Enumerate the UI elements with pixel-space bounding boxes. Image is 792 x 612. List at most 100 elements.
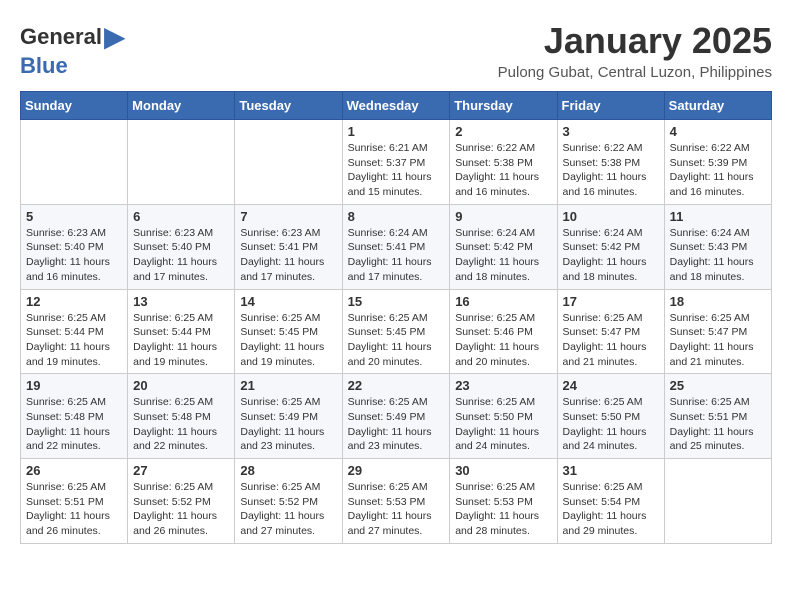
location-title: Pulong Gubat, Central Luzon, Philippines	[498, 64, 772, 81]
day-info: Sunrise: 6:24 AM Sunset: 5:43 PM Dayligh…	[670, 226, 766, 285]
day-info: Sunrise: 6:23 AM Sunset: 5:41 PM Dayligh…	[240, 226, 336, 285]
day-number: 27	[133, 463, 229, 478]
day-info: Sunrise: 6:25 AM Sunset: 5:44 PM Dayligh…	[26, 311, 122, 370]
logo-arrow-icon: ▶	[104, 20, 126, 53]
day-info: Sunrise: 6:25 AM Sunset: 5:48 PM Dayligh…	[133, 395, 229, 454]
day-info: Sunrise: 6:25 AM Sunset: 5:46 PM Dayligh…	[455, 311, 551, 370]
day-info: Sunrise: 6:25 AM Sunset: 5:50 PM Dayligh…	[455, 395, 551, 454]
calendar-cell: 23 Sunrise: 6:25 AM Sunset: 5:50 PM Dayli…	[450, 374, 557, 459]
calendar-cell: 28 Sunrise: 6:25 AM Sunset: 5:52 PM Dayli…	[235, 459, 342, 544]
calendar-cell: 8 Sunrise: 6:24 AM Sunset: 5:41 PM Daylig…	[342, 204, 450, 289]
calendar-week-4: 19 Sunrise: 6:25 AM Sunset: 5:48 PM Dayli…	[21, 374, 772, 459]
calendar-header-row: Sunday Monday Tuesday Wednesday Thursday…	[21, 92, 772, 120]
header: General ▶ Blue January 2025 Pulong Gubat…	[20, 20, 772, 81]
day-info: Sunrise: 6:23 AM Sunset: 5:40 PM Dayligh…	[133, 226, 229, 285]
day-number: 7	[240, 209, 336, 224]
day-number: 30	[455, 463, 551, 478]
calendar-cell: 14 Sunrise: 6:25 AM Sunset: 5:45 PM Dayli…	[235, 289, 342, 374]
day-info: Sunrise: 6:22 AM Sunset: 5:38 PM Dayligh…	[455, 141, 551, 200]
calendar-cell: 27 Sunrise: 6:25 AM Sunset: 5:52 PM Dayli…	[128, 459, 235, 544]
calendar-cell: 4Sunrise: 6:22 AM Sunset: 5:39 PM Daylig…	[664, 120, 771, 205]
month-title: January 2025	[498, 20, 772, 62]
calendar-cell: 17 Sunrise: 6:25 AM Sunset: 5:47 PM Dayli…	[557, 289, 664, 374]
day-info: Sunrise: 6:25 AM Sunset: 5:52 PM Dayligh…	[240, 480, 336, 539]
day-number: 16	[455, 294, 551, 309]
calendar-cell: 19 Sunrise: 6:25 AM Sunset: 5:48 PM Dayli…	[21, 374, 128, 459]
calendar-cell: 18 Sunrise: 6:25 AM Sunset: 5:47 PM Dayli…	[664, 289, 771, 374]
day-number: 19	[26, 378, 122, 393]
day-number: 3	[563, 124, 659, 139]
day-info: Sunrise: 6:25 AM Sunset: 5:44 PM Dayligh…	[133, 311, 229, 370]
day-number: 26	[26, 463, 122, 478]
day-number: 9	[455, 209, 551, 224]
day-number: 2	[455, 124, 551, 139]
logo-general-text: General	[20, 24, 102, 50]
day-info: Sunrise: 6:24 AM Sunset: 5:42 PM Dayligh…	[455, 226, 551, 285]
day-number: 6	[133, 209, 229, 224]
calendar-cell: 31 Sunrise: 6:25 AM Sunset: 5:54 PM Dayli…	[557, 459, 664, 544]
calendar-cell	[664, 459, 771, 544]
day-number: 14	[240, 294, 336, 309]
day-info: Sunrise: 6:25 AM Sunset: 5:51 PM Dayligh…	[26, 480, 122, 539]
day-number: 20	[133, 378, 229, 393]
calendar-cell: 30 Sunrise: 6:25 AM Sunset: 5:53 PM Dayli…	[450, 459, 557, 544]
day-number: 29	[348, 463, 445, 478]
day-info: Sunrise: 6:23 AM Sunset: 5:40 PM Dayligh…	[26, 226, 122, 285]
col-monday: Monday	[128, 92, 235, 120]
calendar-week-1: 1 Sunrise: 6:21 AM Sunset: 5:37 PM Daylig…	[21, 120, 772, 205]
calendar-week-5: 26 Sunrise: 6:25 AM Sunset: 5:51 PM Dayli…	[21, 459, 772, 544]
calendar-cell	[21, 120, 128, 205]
calendar-cell: 26 Sunrise: 6:25 AM Sunset: 5:51 PM Dayli…	[21, 459, 128, 544]
col-friday: Friday	[557, 92, 664, 120]
calendar-cell: 15Sunrise: 6:25 AM Sunset: 5:45 PM Dayli…	[342, 289, 450, 374]
logo: General ▶ Blue	[20, 20, 125, 79]
day-number: 10	[563, 209, 659, 224]
day-info: Sunrise: 6:25 AM Sunset: 5:47 PM Dayligh…	[670, 311, 766, 370]
day-info: Sunrise: 6:22 AM Sunset: 5:38 PM Dayligh…	[563, 141, 659, 200]
day-number: 1	[348, 124, 445, 139]
calendar-cell: 11Sunrise: 6:24 AM Sunset: 5:43 PM Dayli…	[664, 204, 771, 289]
day-info: Sunrise: 6:25 AM Sunset: 5:53 PM Dayligh…	[348, 480, 445, 539]
calendar-week-2: 5 Sunrise: 6:23 AM Sunset: 5:40 PM Daylig…	[21, 204, 772, 289]
calendar-table: Sunday Monday Tuesday Wednesday Thursday…	[20, 91, 772, 544]
logo-blue-text: Blue	[20, 53, 125, 79]
day-info: Sunrise: 6:25 AM Sunset: 5:54 PM Dayligh…	[563, 480, 659, 539]
day-number: 8	[348, 209, 445, 224]
col-thursday: Thursday	[450, 92, 557, 120]
day-info: Sunrise: 6:25 AM Sunset: 5:49 PM Dayligh…	[348, 395, 445, 454]
day-info: Sunrise: 6:21 AM Sunset: 5:37 PM Dayligh…	[348, 141, 445, 200]
day-info: Sunrise: 6:25 AM Sunset: 5:50 PM Dayligh…	[563, 395, 659, 454]
day-number: 23	[455, 378, 551, 393]
day-number: 31	[563, 463, 659, 478]
day-number: 24	[563, 378, 659, 393]
day-info: Sunrise: 6:25 AM Sunset: 5:48 PM Dayligh…	[26, 395, 122, 454]
day-info: Sunrise: 6:25 AM Sunset: 5:53 PM Dayligh…	[455, 480, 551, 539]
day-number: 28	[240, 463, 336, 478]
col-wednesday: Wednesday	[342, 92, 450, 120]
calendar-cell: 21Sunrise: 6:25 AM Sunset: 5:49 PM Dayli…	[235, 374, 342, 459]
day-number: 18	[670, 294, 766, 309]
day-info: Sunrise: 6:22 AM Sunset: 5:39 PM Dayligh…	[670, 141, 766, 200]
calendar-cell: 16 Sunrise: 6:25 AM Sunset: 5:46 PM Dayli…	[450, 289, 557, 374]
page: General ▶ Blue January 2025 Pulong Gubat…	[0, 0, 792, 554]
calendar-cell: 20 Sunrise: 6:25 AM Sunset: 5:48 PM Dayli…	[128, 374, 235, 459]
day-info: Sunrise: 6:24 AM Sunset: 5:41 PM Dayligh…	[348, 226, 445, 285]
calendar-cell	[128, 120, 235, 205]
calendar-cell	[235, 120, 342, 205]
day-info: Sunrise: 6:25 AM Sunset: 5:47 PM Dayligh…	[563, 311, 659, 370]
day-number: 12	[26, 294, 122, 309]
calendar-cell: 22 Sunrise: 6:25 AM Sunset: 5:49 PM Dayli…	[342, 374, 450, 459]
col-saturday: Saturday	[664, 92, 771, 120]
calendar-cell: 13Sunrise: 6:25 AM Sunset: 5:44 PM Dayli…	[128, 289, 235, 374]
calendar-cell: 10Sunrise: 6:24 AM Sunset: 5:42 PM Dayli…	[557, 204, 664, 289]
day-number: 15	[348, 294, 445, 309]
day-number: 5	[26, 209, 122, 224]
day-info: Sunrise: 6:25 AM Sunset: 5:45 PM Dayligh…	[240, 311, 336, 370]
day-number: 25	[670, 378, 766, 393]
day-number: 17	[563, 294, 659, 309]
day-info: Sunrise: 6:25 AM Sunset: 5:52 PM Dayligh…	[133, 480, 229, 539]
day-number: 22	[348, 378, 445, 393]
calendar-cell: 25Sunrise: 6:25 AM Sunset: 5:51 PM Dayli…	[664, 374, 771, 459]
calendar-cell: 29 Sunrise: 6:25 AM Sunset: 5:53 PM Dayli…	[342, 459, 450, 544]
calendar-cell: 2 Sunrise: 6:22 AM Sunset: 5:38 PM Daylig…	[450, 120, 557, 205]
